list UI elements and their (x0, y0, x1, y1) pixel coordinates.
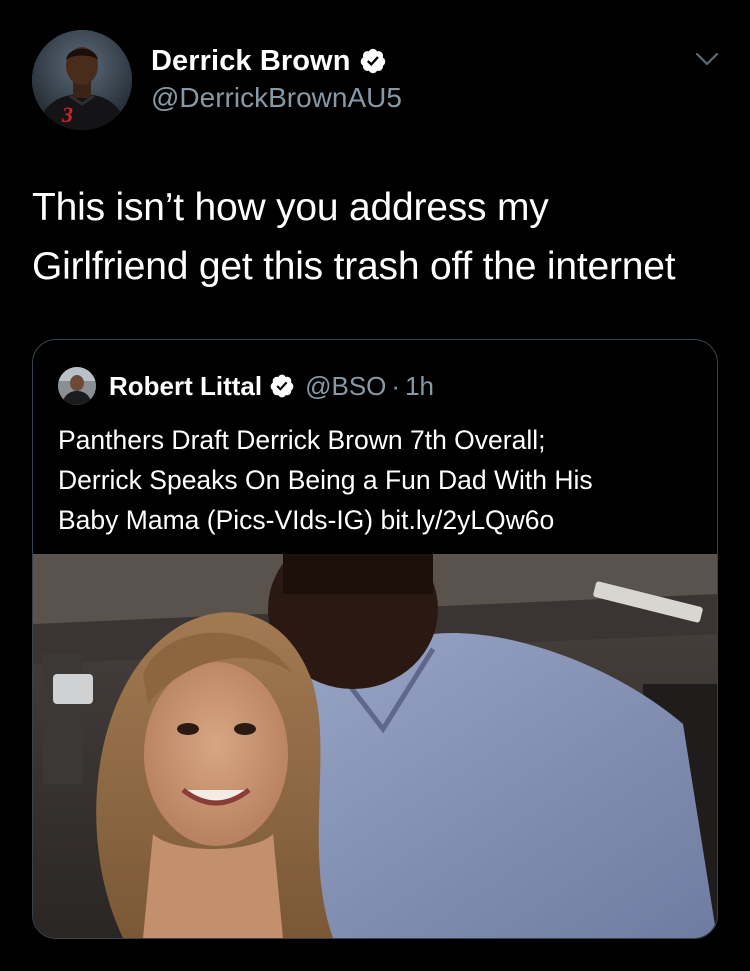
separator-dot: · (391, 370, 401, 401)
quoted-header: Robert Littal @BSO · 1h (109, 368, 434, 404)
quoted-tweet-text: Panthers Draft Derrick Brown 7th Overall… (58, 420, 698, 540)
verified-badge-icon (359, 47, 387, 75)
quoted-timestamp[interactable]: 1h (405, 371, 434, 402)
author-handle[interactable]: @DerrickBrownAU5 (151, 82, 402, 114)
tweet-card: 3 Derrick Brown @DerrickBrownAU5 This is… (0, 0, 750, 971)
quoted-text-line: Panthers Draft Derrick Brown 7th Overall… (58, 425, 546, 455)
quoted-author-name[interactable]: Robert Littal (109, 371, 262, 402)
author-avatar[interactable]: 3 (32, 30, 132, 130)
jersey-number: 3 (62, 102, 73, 127)
verified-badge-icon (269, 373, 295, 399)
chevron-down-icon[interactable] (694, 50, 720, 70)
quoted-author-handle[interactable]: @BSO (305, 371, 386, 402)
quoted-author-avatar[interactable] (58, 367, 96, 405)
author-name[interactable]: Derrick Brown (151, 45, 351, 78)
quoted-tweet-photo[interactable] (33, 554, 717, 938)
author-avatar-image (32, 30, 132, 130)
quoted-tweet[interactable]: Robert Littal @BSO · 1h Panthers Draft D… (32, 339, 718, 939)
tweet-text-line: Girlfriend get this trash off the intern… (32, 245, 676, 288)
quoted-text-line: Derrick Speaks On Being a Fun Dad With H… (58, 465, 593, 495)
tweet-text: This isn’t how you address my Girlfriend… (32, 178, 732, 296)
author-name-row: Derrick Brown (151, 43, 387, 79)
tweet-text-line: This isn’t how you address my (32, 186, 549, 229)
quoted-text-line: Baby Mama (Pics-VIds-IG) bit.ly/2yLQw6o (58, 505, 555, 535)
